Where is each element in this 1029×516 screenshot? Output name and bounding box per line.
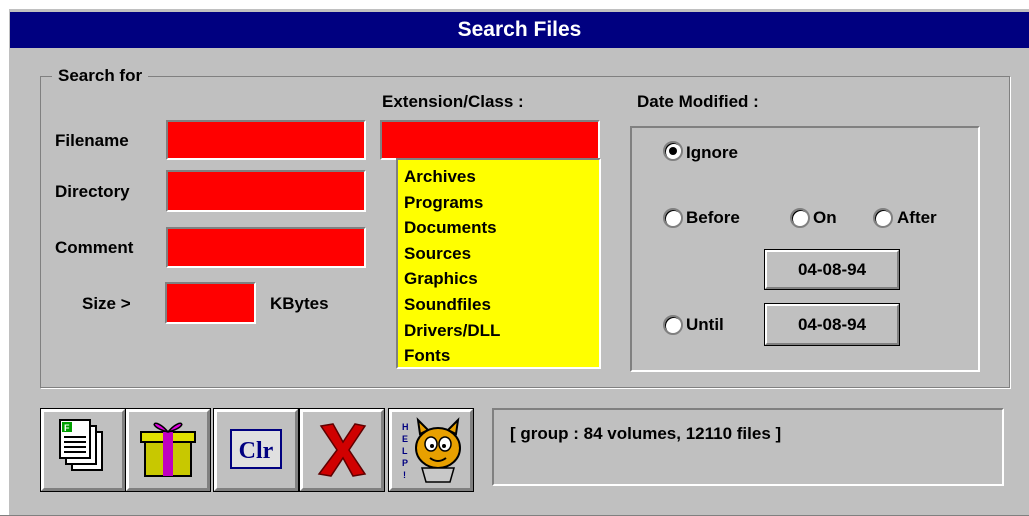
svg-text:E: E: [402, 434, 408, 444]
svg-text:L: L: [402, 446, 408, 456]
status-text: [ group : 84 volumes, 12110 files ]: [510, 424, 782, 443]
status-panel: [ group : 84 volumes, 12110 files ]: [492, 408, 1004, 486]
filename-label: Filename: [55, 131, 129, 150]
extension-field[interactable]: [380, 120, 600, 160]
window-border: [0, 0, 9, 516]
clear-label: Clr: [239, 438, 274, 464]
date-button[interactable]: 04-08-94: [764, 249, 900, 290]
window-border: [0, 0, 1029, 9]
size-field[interactable]: [165, 282, 256, 324]
clear-icon: Clr: [230, 429, 282, 469]
until-label: Until: [686, 315, 724, 334]
cancel-button[interactable]: [299, 408, 385, 492]
radio-selected-dot: [669, 147, 677, 155]
list-item-programs[interactable]: Programs: [404, 190, 500, 216]
list-item-graphics[interactable]: Graphics: [404, 266, 500, 292]
help-button[interactable]: H E L P !: [388, 408, 474, 492]
documents-icon: F: [59, 419, 103, 471]
svg-text:P: P: [402, 458, 408, 468]
list-item-documents[interactable]: Documents: [404, 215, 500, 241]
gift-icon: [140, 422, 196, 477]
search-for-legend: Search for: [52, 64, 149, 88]
before-radio[interactable]: [663, 208, 683, 228]
date-modified-label: Date Modified :: [637, 92, 759, 111]
on-label: On: [813, 208, 837, 227]
comment-field[interactable]: [166, 227, 366, 268]
after-radio[interactable]: [873, 208, 893, 228]
title-bar[interactable]: Search Files: [10, 12, 1029, 48]
svg-text:!: !: [403, 470, 406, 480]
help-cat-icon: H E L P !: [402, 417, 461, 483]
until-date-button-label: 04-08-94: [797, 315, 867, 334]
size-unit-label: KBytes: [270, 294, 329, 313]
after-label: After: [897, 208, 937, 227]
until-radio[interactable]: [663, 315, 683, 335]
extension-label: Extension/Class :: [382, 92, 524, 111]
list-item-sources[interactable]: Sources: [404, 241, 500, 267]
svg-text:F: F: [64, 423, 70, 433]
file-list-button[interactable]: F: [40, 408, 126, 492]
until-date-button[interactable]: 04-08-94: [764, 303, 900, 346]
comment-label: Comment: [55, 238, 134, 257]
ignore-label: Ignore: [686, 143, 738, 162]
size-label: Size >: [82, 294, 131, 313]
ignore-radio[interactable]: [663, 141, 683, 161]
list-item-fonts[interactable]: Fonts: [404, 343, 500, 367]
list-item-drivers-dll[interactable]: Drivers/DLL: [404, 318, 500, 344]
directory-label: Directory: [55, 182, 130, 201]
date-button-label: 04-08-94: [797, 260, 867, 279]
help-label: H: [402, 422, 409, 432]
close-icon: [317, 423, 367, 477]
directory-field[interactable]: [166, 170, 366, 212]
clear-button[interactable]: Clr: [213, 408, 299, 492]
list-item-soundfiles[interactable]: Soundfiles: [404, 292, 500, 318]
list-item-archives[interactable]: Archives: [404, 164, 500, 190]
window-title: Search Files: [457, 18, 582, 41]
extension-class-list[interactable]: Archives Programs Documents Sources Grap…: [396, 158, 601, 369]
on-radio[interactable]: [790, 208, 810, 228]
gift-button[interactable]: [125, 408, 211, 492]
before-label: Before: [686, 208, 740, 227]
filename-field[interactable]: [166, 120, 366, 160]
